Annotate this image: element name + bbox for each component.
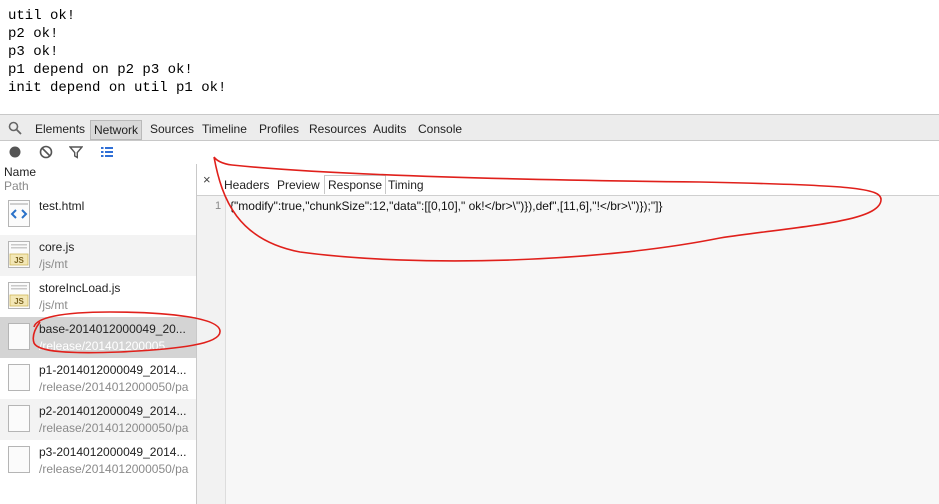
blank-file-icon <box>8 364 30 391</box>
request-path: /js/mt <box>39 298 68 312</box>
detail-tabbar: × Headers Preview Response Timing <box>197 164 939 196</box>
output-line: init depend on util p1 ok! <box>8 80 227 96</box>
line-number: 1 <box>215 200 222 212</box>
tab-resources[interactable]: Resources <box>309 122 366 136</box>
response-editor[interactable] <box>226 196 939 504</box>
request-row[interactable]: JS core.js /js/mt <box>0 235 196 276</box>
filter-icon[interactable] <box>69 145 83 159</box>
page-output: util ok! p2 ok! p3 ok! p1 depend on p2 p… <box>0 0 939 114</box>
tab-preview[interactable]: Preview <box>277 178 320 192</box>
search-icon[interactable] <box>8 121 22 135</box>
output-line: p2 ok! <box>8 26 59 42</box>
tab-timeline[interactable]: Timeline <box>202 122 247 136</box>
path-column-header: Path <box>4 179 29 193</box>
request-path: /release/2014012000050/pa <box>39 380 189 394</box>
output-line: p1 depend on p2 p3 ok! <box>8 62 193 78</box>
tab-profiles[interactable]: Profiles <box>259 122 299 136</box>
output-line: util ok! <box>8 8 76 24</box>
html-file-icon <box>8 200 30 227</box>
request-name: core.js <box>39 240 75 254</box>
tab-timing[interactable]: Timing <box>388 178 424 192</box>
svg-text:JS: JS <box>14 256 24 265</box>
request-name: storeIncLoad.js <box>39 281 121 295</box>
tab-elements[interactable]: Elements <box>35 122 85 136</box>
tab-network[interactable]: Network <box>90 120 143 140</box>
tab-console[interactable]: Console <box>418 122 462 136</box>
tab-audits[interactable]: Audits <box>373 122 406 136</box>
request-row[interactable]: p2-2014012000049_2014... /release/201401… <box>0 399 196 440</box>
request-path: /release/201401200005 <box>39 339 166 353</box>
request-row-selected[interactable]: base-2014012000049_20... /release/201401… <box>0 317 196 358</box>
request-name: p3-2014012000049_2014... <box>39 445 187 459</box>
output-line: p3 ok! <box>8 44 59 60</box>
devtools-panel: Elements Network Sources Timeline Profil… <box>0 114 939 504</box>
request-name: p2-2014012000049_2014... <box>39 404 187 418</box>
blank-file-icon <box>8 323 30 350</box>
request-name: base-2014012000049_20... <box>39 322 186 336</box>
devtools-tabbar: Elements Network Sources Timeline Profil… <box>0 114 939 141</box>
request-detail-pane: × Headers Preview Response Timing 1 {"mo… <box>197 164 939 504</box>
request-name: p1-2014012000049_2014... <box>39 363 187 377</box>
response-text[interactable]: {"modify":true,"chunkSize":12,"data":[[0… <box>230 199 662 213</box>
request-row[interactable]: p3-2014012000049_2014... /release/201401… <box>0 440 196 481</box>
blank-file-icon <box>8 405 30 432</box>
name-column-header[interactable]: Name <box>4 165 36 179</box>
request-list-header: Name Path <box>0 164 196 194</box>
tab-response[interactable]: Response <box>324 175 387 194</box>
request-path: /release/2014012000050/pa <box>39 462 189 476</box>
request-row[interactable]: JS storeIncLoad.js /js/mt <box>0 276 196 317</box>
tab-headers[interactable]: Headers <box>224 178 269 192</box>
network-toolbar <box>0 141 939 164</box>
request-row[interactable]: p1-2014012000049_2014... /release/201401… <box>0 358 196 399</box>
js-file-icon: JS <box>8 282 30 309</box>
line-gutter <box>197 196 226 504</box>
svg-text:JS: JS <box>14 297 24 306</box>
blank-file-icon <box>8 446 30 473</box>
clear-icon[interactable] <box>39 145 53 159</box>
request-path: /release/2014012000050/pa <box>39 421 189 435</box>
request-path: /js/mt <box>39 257 68 271</box>
close-icon[interactable]: × <box>203 172 211 187</box>
large-rows-icon[interactable] <box>100 145 114 159</box>
record-icon[interactable] <box>8 145 22 159</box>
request-row[interactable]: test.html <box>0 194 196 235</box>
tab-sources[interactable]: Sources <box>150 122 194 136</box>
request-name: test.html <box>39 199 85 213</box>
request-list: Name Path test.html JS core.js /js/mt JS… <box>0 164 197 504</box>
js-file-icon: JS <box>8 241 30 268</box>
